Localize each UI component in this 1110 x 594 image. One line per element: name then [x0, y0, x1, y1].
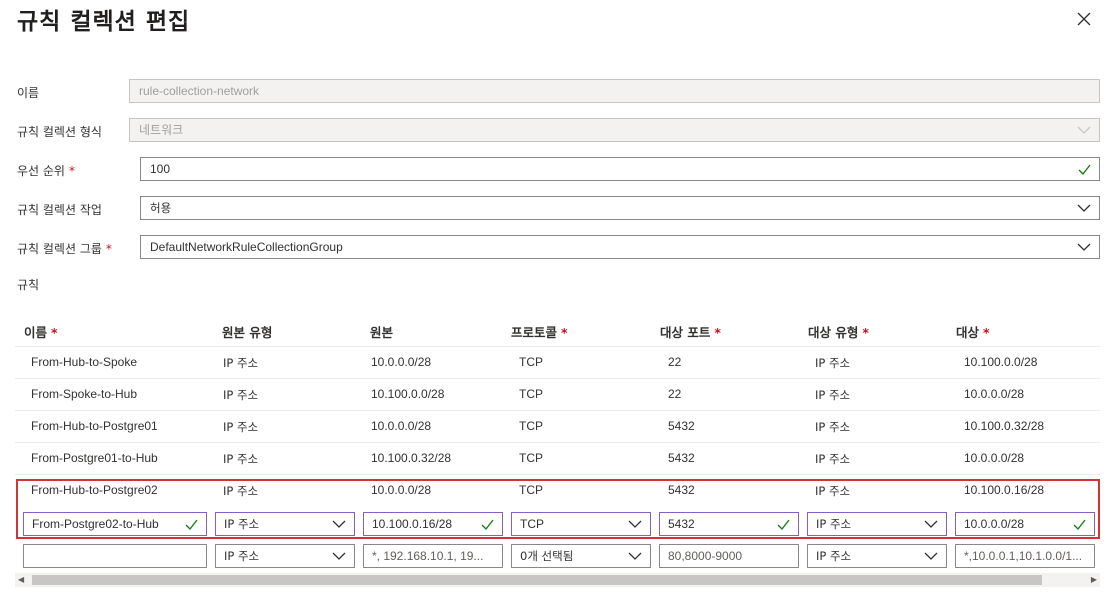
chevron-down-icon — [924, 552, 938, 560]
chevron-down-icon — [628, 552, 642, 560]
column-header-source-type: 원본 유형 — [222, 325, 273, 340]
cell-source: 10.0.0.0/28 — [371, 355, 432, 369]
cell-dest-type: IP 주소 — [815, 388, 851, 402]
collection-group-value: DefaultNetworkRuleCollectionGroup — [150, 240, 343, 254]
collection-type-dropdown: 네트워크 — [129, 118, 1100, 142]
new-source-input[interactable]: *, 192.168.10.1, 19... — [363, 544, 503, 568]
new-source-type-dropdown[interactable]: IP 주소 — [215, 544, 355, 568]
cell-source-type: IP 주소 — [223, 420, 259, 434]
cell-dest: 10.100.0.0/28 — [964, 355, 1038, 369]
chevron-down-icon — [1077, 204, 1091, 212]
horizontal-scrollbar[interactable]: ◀ ▶ — [15, 573, 1100, 587]
cell-dest: 10.100.0.32/28 — [964, 419, 1045, 433]
cell-dest-type: IP 주소 — [815, 452, 851, 466]
cell-source: 10.0.0.0/28 — [371, 419, 432, 433]
column-header-dest-type: 대상 유형 * — [808, 325, 869, 340]
table-row[interactable]: From-Hub-to-Spoke IP 주소 10.0.0.0/28 TCP … — [15, 347, 1100, 379]
name-label: 이름 — [17, 86, 40, 100]
chevron-down-icon — [1077, 126, 1091, 134]
new-protocol-dropdown[interactable]: 0개 선택됨 — [511, 544, 651, 568]
cell-source-type: IP 주소 — [223, 356, 259, 370]
close-icon[interactable] — [1074, 9, 1094, 29]
cell-name: From-Hub-to-Postgre01 — [31, 419, 158, 433]
scroll-left-icon[interactable]: ◀ — [18, 576, 24, 584]
new-rule-name-input[interactable] — [23, 544, 207, 568]
scrollbar-thumb[interactable] — [32, 575, 1042, 585]
cell-source: 10.100.0.32/28 — [371, 451, 452, 465]
highlight-box — [16, 479, 1100, 539]
column-header-protocol: 프로토콜 * — [511, 325, 568, 340]
chevron-down-icon — [1077, 243, 1091, 251]
collection-action-dropdown[interactable]: 허용 — [140, 196, 1100, 220]
priority-label: 우선 순위 * — [17, 164, 75, 178]
priority-value: 100 — [150, 162, 171, 176]
cell-source-type: IP 주소 — [223, 388, 259, 402]
new-dest-placeholder: *,10.0.0.1,10.1.0.0/1... — [964, 549, 1083, 563]
cell-source-type: IP 주소 — [223, 452, 259, 466]
new-dest-ports-input[interactable]: 80,8000-9000 — [659, 544, 799, 568]
column-header-source: 원본 — [370, 325, 394, 340]
column-header-dest: 대상 * — [956, 325, 990, 340]
collection-type-label: 규칙 컬렉션 형식 — [17, 125, 102, 139]
cell-protocol: TCP — [519, 355, 543, 369]
cell-dest-ports: 22 — [668, 355, 682, 369]
new-source-placeholder: *, 192.168.10.1, 19... — [372, 549, 484, 563]
name-field: rule-collection-network — [129, 79, 1100, 103]
table-row[interactable]: From-Hub-to-Postgre01 IP 주소 10.0.0.0/28 … — [15, 411, 1100, 443]
cell-dest-ports: 22 — [668, 387, 682, 401]
cell-dest-type: IP 주소 — [815, 356, 851, 370]
checkmark-icon — [1078, 164, 1091, 175]
table-row[interactable]: From-Spoke-to-Hub IP 주소 10.100.0.0/28 TC… — [15, 379, 1100, 411]
new-dest-input[interactable]: *,10.0.0.1,10.1.0.0/1... — [955, 544, 1095, 568]
cell-dest: 10.0.0.0/28 — [964, 387, 1025, 401]
new-source-type-value: IP 주소 — [224, 549, 260, 563]
rules-label: 규칙 — [17, 278, 40, 292]
cell-protocol: TCP — [519, 387, 543, 401]
collection-action-value: 허용 — [150, 201, 172, 215]
chevron-down-icon — [332, 552, 346, 560]
new-dest-type-value: IP 주소 — [816, 549, 852, 563]
new-protocol-placeholder: 0개 선택됨 — [520, 549, 574, 563]
new-dest-ports-placeholder: 80,8000-9000 — [668, 549, 743, 563]
cell-dest-type: IP 주소 — [815, 420, 851, 434]
column-header-name: 이름 * — [24, 325, 58, 340]
collection-action-label: 규칙 컬렉션 작업 — [17, 203, 102, 217]
column-header-dest-ports: 대상 포트 * — [660, 325, 721, 340]
priority-input[interactable]: 100 — [140, 157, 1100, 181]
collection-group-label: 규칙 컬렉션 그룹 * — [17, 242, 112, 256]
cell-dest: 10.0.0.0/28 — [964, 451, 1025, 465]
cell-dest-ports: 5432 — [668, 419, 695, 433]
collection-type-value: 네트워크 — [139, 123, 184, 137]
cell-name: From-Postgre01-to-Hub — [31, 451, 158, 465]
cell-protocol: TCP — [519, 419, 543, 433]
cell-name: From-Spoke-to-Hub — [31, 387, 138, 401]
collection-group-dropdown[interactable]: DefaultNetworkRuleCollectionGroup — [140, 235, 1100, 259]
new-dest-type-dropdown[interactable]: IP 주소 — [807, 544, 947, 568]
table-row[interactable]: From-Postgre01-to-Hub IP 주소 10.100.0.32/… — [15, 443, 1100, 475]
cell-source: 10.100.0.0/28 — [371, 387, 445, 401]
cell-dest-ports: 5432 — [668, 451, 695, 465]
scroll-right-icon[interactable]: ▶ — [1091, 576, 1097, 584]
cell-protocol: TCP — [519, 451, 543, 465]
cell-name: From-Hub-to-Spoke — [31, 355, 138, 369]
panel-title: 규칙 컬렉션 편집 — [17, 9, 191, 35]
